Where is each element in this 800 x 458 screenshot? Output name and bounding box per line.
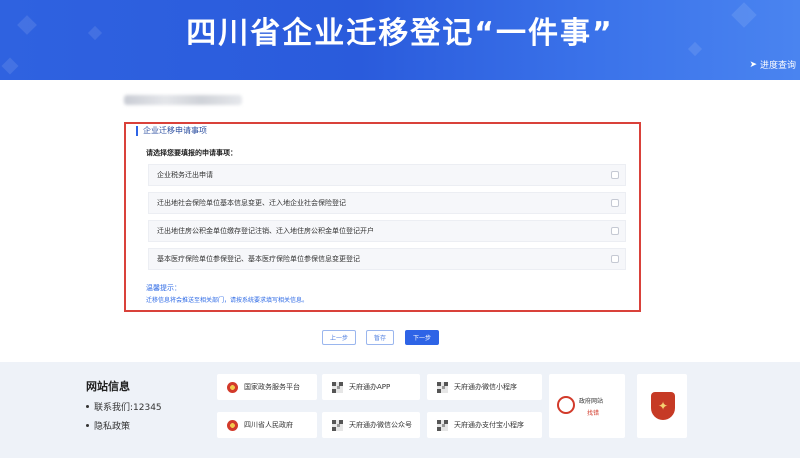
link-label: 天府通办APP [349, 383, 391, 391]
option-item-tax-migration[interactable]: 企业税务迁出申请 [148, 164, 626, 186]
qr-code-icon [437, 419, 448, 431]
application-items-panel: 企业迁移申请事项 请选择您要填报的申请事项： 企业税务迁出申请 迁出地社会保险单… [124, 122, 641, 312]
header-banner: 四川省企业迁移登记“一件事” ➤ 进度查询 [0, 0, 800, 80]
qr-code-icon [437, 381, 448, 393]
link-tianfu-app[interactable]: 天府通办APP [322, 374, 420, 400]
site-info-title: 网站信息 [86, 380, 130, 393]
link-tianfu-wechat-miniprogram[interactable]: 天府通办微信小程序 [427, 374, 542, 400]
page-title: 四川省企业迁移登记“一件事” [186, 16, 614, 51]
option-item-medical-insurance[interactable]: 基本医疗保险单位参保登记、基本医疗保险单位参保信息变更登记 [148, 248, 626, 270]
progress-query-link[interactable]: ➤ 进度查询 [749, 58, 796, 72]
blurred-breadcrumb [124, 95, 242, 105]
option-label: 基本医疗保险单位参保登记、基本医疗保险单位参保信息变更登记 [157, 255, 360, 263]
option-item-housing-fund[interactable]: 迁出地住房公积金单位缴存登记注销、迁入地住房公积金单位登记开户 [148, 220, 626, 242]
bullet-icon [86, 424, 89, 427]
option-label: 企业税务迁出申请 [157, 171, 213, 179]
footer: 网站信息 联系我们:12345 隐私政策 国家政务服务平台 天府通办APP 天府… [0, 362, 800, 458]
link-tianfu-wechat-official[interactable]: 天府通办微信公众号 [322, 412, 420, 438]
progress-query-label: 进度查询 [759, 61, 796, 71]
send-arrow-icon: ➤ [749, 59, 757, 70]
selection-prompt: 请选择您要填报的申请事项： [146, 149, 237, 157]
link-national-gov-service[interactable]: 国家政务服务平台 [217, 374, 317, 400]
decorative-cube [1, 57, 19, 75]
tip-title: 温馨提示： [146, 284, 181, 292]
shield-emblem-icon: ✦ [651, 392, 675, 420]
magnifier-logo-icon [557, 396, 575, 414]
prev-step-button[interactable]: 上一步 [322, 330, 356, 345]
contact-us-link[interactable]: 联系我们:12345 [86, 400, 162, 413]
site-info: 网站信息 联系我们:12345 隐私政策 [86, 378, 162, 432]
option-item-social-insurance[interactable]: 迁出地社会保险单位基本信息变更、迁入地企业社会保险登记 [148, 192, 626, 214]
gov-site-error-report[interactable]: 政府网站 找错 [549, 374, 625, 438]
qr-code-icon [332, 381, 343, 393]
bullet-icon [86, 405, 89, 408]
link-label: 四川省人民政府 [244, 421, 293, 429]
privacy-policy-label: 隐私政策 [94, 422, 131, 432]
option-checkbox[interactable] [611, 227, 619, 235]
tip-text: 迁移信息将会推送至相关部门，请按系统要求填写相关信息。 [146, 297, 309, 304]
national-emblem-icon [227, 419, 238, 431]
national-emblem-icon [227, 381, 238, 393]
option-label: 迁出地住房公积金单位缴存登记注销、迁入地住房公积金单位登记开户 [157, 227, 374, 235]
save-draft-button[interactable]: 暂存 [366, 330, 394, 345]
option-checkbox[interactable] [611, 199, 619, 207]
report-error-label: 找错 [587, 410, 600, 417]
link-sichuan-gov[interactable]: 四川省人民政府 [217, 412, 317, 438]
government-badge[interactable]: ✦ [637, 374, 687, 438]
qr-code-icon [332, 419, 343, 431]
gov-site-label: 政府网站 [579, 398, 604, 405]
next-step-button[interactable]: 下一步 [405, 330, 439, 345]
contact-us-label: 联系我们:12345 [94, 403, 162, 413]
link-label: 国家政务服务平台 [244, 383, 300, 391]
privacy-policy-link[interactable]: 隐私政策 [86, 419, 162, 432]
panel-title: 企业迁移申请事项 [136, 126, 207, 136]
link-tianfu-alipay-miniprogram[interactable]: 天府通办支付宝小程序 [427, 412, 542, 438]
link-label: 天府通办微信公众号 [349, 421, 412, 429]
option-checkbox[interactable] [611, 171, 619, 179]
link-label: 天府通办支付宝小程序 [454, 421, 524, 429]
option-checkbox[interactable] [611, 255, 619, 263]
link-label: 天府通办微信小程序 [454, 383, 517, 391]
option-label: 迁出地社会保险单位基本信息变更、迁入地企业社会保险登记 [157, 199, 346, 207]
